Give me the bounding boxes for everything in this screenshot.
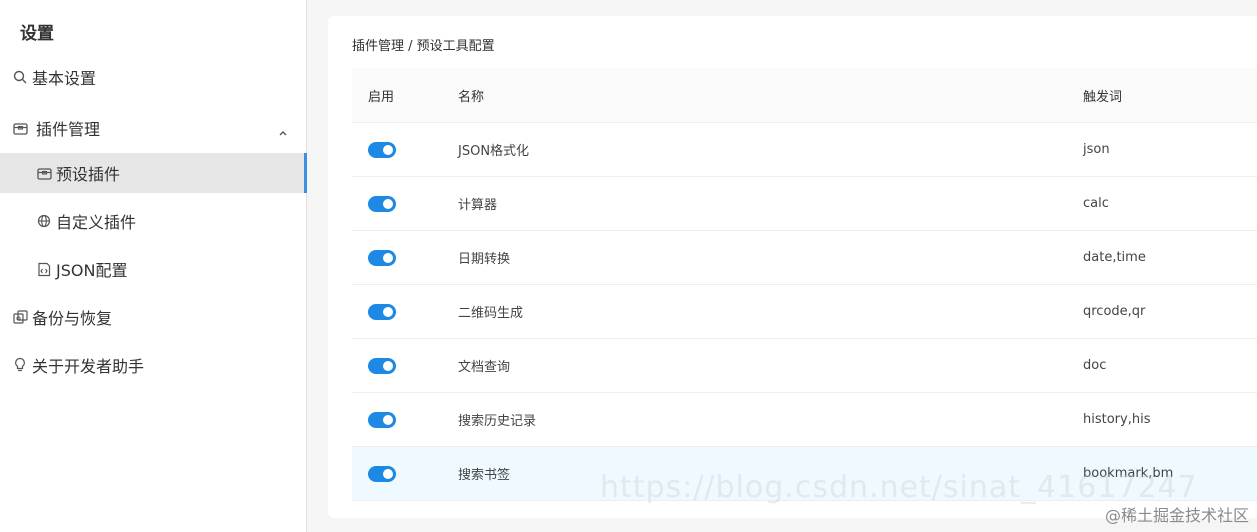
backup-icon: [12, 309, 28, 325]
plugin-trigger: qrcode,qr: [1083, 304, 1146, 319]
plugin-name: 日期转换: [458, 252, 511, 267]
sidebar-item-label: 预设插件: [56, 165, 121, 184]
plugin-name: JSON格式化: [458, 144, 530, 159]
enable-toggle[interactable]: [368, 303, 396, 320]
enable-toggle[interactable]: [368, 357, 396, 374]
enable-toggle[interactable]: [368, 141, 396, 158]
plugin-name: 搜索书签: [458, 468, 511, 483]
table-row[interactable]: 文档查询 doc: [352, 339, 1257, 393]
table-row[interactable]: JSON格式化 json: [352, 123, 1257, 177]
plugin-trigger: history,his: [1083, 412, 1151, 427]
table-header: 启用 名称 触发词: [352, 68, 1257, 123]
table-row[interactable]: 计算器 calc: [352, 177, 1257, 231]
sidebar-item-label: 备份与恢复: [32, 309, 113, 328]
enable-toggle[interactable]: [368, 249, 396, 266]
enable-toggle[interactable]: [368, 411, 396, 428]
url-watermark: https://blog.csdn.net/sinat_41617247: [600, 470, 1198, 505]
table-row[interactable]: 搜索历史记录 history,his: [352, 393, 1257, 447]
chevron-up-icon: [278, 122, 288, 141]
sidebar-item-basic-settings[interactable]: 基本设置: [0, 57, 306, 97]
brand-watermark: @稀土掘金技术社区: [1104, 506, 1249, 525]
box-icon: [12, 120, 28, 136]
globe-icon: [36, 213, 52, 229]
sidebar-item-label: JSON配置: [56, 261, 128, 280]
plugin-trigger: json: [1083, 142, 1110, 157]
breadcrumb: 插件管理 / 预设工具配置: [352, 39, 495, 54]
sidebar-item-custom-plugins[interactable]: 自定义插件: [0, 201, 306, 241]
enable-toggle[interactable]: [368, 465, 396, 482]
sidebar-item-label: 插件管理: [36, 120, 101, 139]
file-code-icon: [36, 261, 52, 277]
sidebar-title: 设置: [20, 24, 54, 44]
plugin-trigger: date,time: [1083, 250, 1146, 265]
sidebar-item-about[interactable]: 关于开发者助手: [0, 345, 306, 385]
plugin-trigger: calc: [1083, 196, 1109, 211]
sidebar-item-backup-restore[interactable]: 备份与恢复: [0, 297, 306, 337]
plugin-name: 计算器: [458, 198, 498, 213]
sidebar-item-label: 自定义插件: [56, 213, 137, 232]
column-header-enabled: 启用: [368, 89, 395, 105]
plugin-name: 搜索历史记录: [458, 414, 537, 429]
sidebar: 设置 基本设置 插件管理 预设插件 自定义插件 JSON配置 备份与恢复 关于开…: [0, 0, 307, 532]
table-row[interactable]: 二维码生成 qrcode,qr: [352, 285, 1257, 339]
plugin-trigger: doc: [1083, 358, 1107, 373]
sidebar-item-plugin-management[interactable]: 插件管理: [0, 108, 306, 148]
plugin-table: 启用 名称 触发词 JSON格式化 json 计算器 calc 日期转换 dat…: [352, 68, 1257, 501]
plugin-name: 文档查询: [458, 360, 511, 375]
table-row[interactable]: 日期转换 date,time: [352, 231, 1257, 285]
lightbulb-icon: [12, 357, 28, 373]
sidebar-item-preset-plugins[interactable]: 预设插件: [0, 153, 307, 193]
column-header-trigger: 触发词: [1083, 89, 1123, 105]
enable-toggle[interactable]: [368, 195, 396, 212]
box-icon: [36, 165, 52, 181]
content-panel: 插件管理 / 预设工具配置 启用 名称 触发词 JSON格式化 json 计算器…: [328, 16, 1257, 518]
plugin-name: 二维码生成: [458, 306, 524, 321]
sidebar-item-label: 关于开发者助手: [32, 357, 145, 376]
sidebar-item-json-config[interactable]: JSON配置: [0, 249, 306, 289]
sidebar-item-label: 基本设置: [32, 69, 97, 88]
column-header-name: 名称: [458, 89, 485, 105]
search-icon: [12, 69, 28, 85]
